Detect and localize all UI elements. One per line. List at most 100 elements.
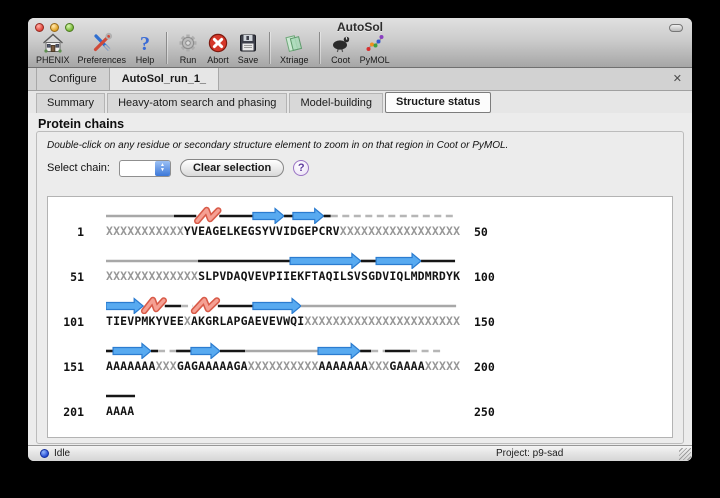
sequence-text: AAAA [106, 404, 462, 418]
structure-track[interactable] [106, 386, 460, 404]
tab-model-building[interactable]: Model-building [289, 93, 383, 113]
phenix-home-icon [42, 32, 64, 54]
run-gear-icon [177, 32, 199, 54]
tab-heavy-atom-search-and-phasing[interactable]: Heavy-atom search and phasing [107, 93, 287, 113]
sequence-text: XXXXXXXXXXXYVEAGELKEGSYVVIDGEPCRVXXXXXXX… [106, 224, 462, 238]
structure-track[interactable] [106, 341, 460, 359]
tab-autosol-run-1[interactable]: AutoSol_run_1_ [110, 68, 219, 90]
save-floppy-icon [237, 32, 259, 54]
sequence-segment-unassigned[interactable]: XXXXXXXXXXX [106, 224, 184, 238]
run-tab-bar: ConfigureAutoSol_run_1_ ✕ [28, 68, 692, 91]
autosol-window: AutoSol PHENIXPreferences?HelpRunAbortSa… [28, 18, 692, 461]
protein-chains-group: Double-click on any residue or secondary… [36, 131, 684, 444]
sequence-segment-unassigned[interactable]: XXXXXXXXXXXXXXXXXXXXXX [304, 314, 460, 328]
chain-controls: Select chain: ▲▼ Clear selection ? [37, 151, 683, 177]
sequence-segment-assigned[interactable]: GAAAA [389, 359, 424, 373]
instruction-text: Double-click on any residue or secondary… [37, 132, 683, 151]
structure-track[interactable] [106, 296, 460, 314]
status-bar: Idle Project: p9-sad [28, 445, 692, 461]
result-tab-bar: SummaryHeavy-atom search and phasingMode… [28, 91, 692, 113]
toolbar-button-label: Coot [331, 55, 350, 65]
toolbar-button-pymol[interactable]: PyMOL [356, 32, 394, 65]
abort-icon [207, 32, 229, 54]
title-bar: AutoSol PHENIXPreferences?HelpRunAbortSa… [28, 18, 692, 68]
structure-track[interactable] [106, 251, 460, 269]
residue-end-number: 200 [462, 341, 495, 386]
toolbar-button-label: Save [238, 55, 259, 65]
toolbar-button-save[interactable]: Save [233, 32, 263, 65]
beta-strand-arrow[interactable] [376, 254, 421, 269]
beta-strand-arrow[interactable] [290, 254, 361, 269]
residue-end-number: 250 [462, 386, 495, 431]
clear-selection-button[interactable]: Clear selection [180, 159, 284, 177]
sequence-segment-unassigned[interactable]: XXXXX [425, 359, 460, 373]
coot-bird-icon [330, 32, 352, 54]
chain-select-dropdown[interactable]: ▲▼ [119, 160, 171, 177]
toolbar-button-preferences[interactable]: Preferences [74, 32, 131, 65]
tab-summary[interactable]: Summary [36, 93, 105, 113]
tab-structure-status[interactable]: Structure status [385, 92, 491, 113]
residue-start-number: 201 [48, 386, 84, 431]
toolbar-separator [269, 32, 270, 64]
toolbar-button-help[interactable]: ?Help [130, 32, 160, 65]
resize-grip[interactable] [679, 448, 691, 460]
toolbar-button-run[interactable]: Run [173, 32, 203, 65]
tab-configure[interactable]: Configure [36, 68, 110, 90]
xtriage-crystal-icon [283, 32, 305, 54]
sequence-text: AAAAAAAXXXGAGAAAAAGAXXXXXXXXXXAAAAAAAXXX… [106, 359, 462, 373]
sequence-segment-assigned[interactable]: AKGRLAPGAEVEVWQI [191, 314, 304, 328]
sequence-panel: 1XXXXXXXXXXXYVEAGELKEGSYVVIDGEPCRVXXXXXX… [47, 196, 673, 438]
sequence-segment-assigned[interactable]: YVEAGELKEGSYVVIDGEPCRV [184, 224, 340, 238]
sequence-row: 101 TIEVPMKYVEEXAKGRLAPGAEVEVWQIXXXXXXXXX… [48, 296, 672, 341]
beta-strand-arrow[interactable] [191, 344, 220, 359]
status-text: Idle [54, 448, 70, 459]
residue-start-number: 1 [48, 206, 84, 251]
sequence-segment-assigned[interactable]: AAAAAAA [319, 359, 369, 373]
beta-strand-arrow[interactable] [253, 209, 284, 224]
toolbar-button-abort[interactable]: Abort [203, 32, 233, 65]
sequence-segment-unassigned[interactable]: X [184, 314, 191, 328]
beta-strand-arrow[interactable] [106, 299, 143, 314]
help-question-icon: ? [134, 32, 156, 54]
toolbar-button-label: Help [136, 55, 155, 65]
select-chain-label: Select chain: [47, 162, 110, 174]
sequence-segment-unassigned[interactable]: XXX [368, 359, 389, 373]
toolbar: PHENIX Preferences?Help Run Abort Save Xtriag… [32, 32, 394, 65]
beta-strand-arrow[interactable] [318, 344, 360, 359]
toolbar-separator [166, 32, 167, 64]
sequence-segment-unassigned[interactable]: XXX [156, 359, 177, 373]
residue-end-number: 150 [462, 296, 495, 341]
sequence-text: XXXXXXXXXXXXXSLPVDAQVEVPIIEKFTAQILSVSGDV… [106, 269, 462, 283]
svg-text:?: ? [140, 33, 150, 54]
residue-end-number: 50 [462, 206, 488, 251]
residue-start-number: 151 [48, 341, 84, 386]
preferences-tools-icon [91, 32, 113, 54]
sequence-segment-assigned[interactable]: SLPVDAQVEVPIIEKFTAQILSVSGDVIQLMDMRDYK [198, 269, 460, 283]
pymol-ribbon-icon [364, 32, 386, 54]
sequence-segment-assigned[interactable]: AAAAAAA [106, 359, 156, 373]
sequence-segment-assigned[interactable]: TIEVPMKYVEE [106, 314, 184, 328]
sequence-segment-unassigned[interactable]: XXXXXXXXXXXXXXXXX [340, 224, 460, 238]
toolbar-button-phenix[interactable]: PHENIX [32, 32, 74, 65]
toolbar-button-coot[interactable]: Coot [326, 32, 356, 65]
sequence-row: 51XXXXXXXXXXXXXSLPVDAQVEVPIIEKFTAQILSVSG… [48, 251, 672, 296]
sequence-row: 1 XXXXXXXXXXXYVEAGELKEGSYVVIDGEPCRVXXXXXX… [48, 206, 672, 251]
residue-start-number: 101 [48, 296, 84, 341]
structure-track[interactable] [106, 206, 460, 224]
toolbar-button-label: Abort [207, 55, 229, 65]
status-indicator-icon [40, 449, 49, 458]
sequence-segment-unassigned[interactable]: XXXXXXXXXX [248, 359, 319, 373]
close-tab-icon[interactable]: ✕ [673, 72, 682, 85]
toolbar-separator [319, 32, 320, 64]
toolbar-button-label: Preferences [78, 55, 127, 65]
beta-strand-arrow[interactable] [253, 299, 301, 314]
help-button[interactable]: ? [293, 160, 309, 176]
toolbar-button-xtriage[interactable]: Xtriage [276, 32, 313, 65]
toolbar-toggle-button[interactable] [669, 24, 683, 32]
sequence-row: 201 AAAA 250 [48, 386, 672, 431]
sequence-segment-assigned[interactable]: GAGAAAAAGA [177, 359, 248, 373]
sequence-segment-assigned[interactable]: AAAA [106, 404, 134, 418]
sequence-segment-unassigned[interactable]: XXXXXXXXXXXXX [106, 269, 198, 283]
beta-strand-arrow[interactable] [293, 209, 324, 224]
beta-strand-arrow[interactable] [113, 344, 151, 359]
